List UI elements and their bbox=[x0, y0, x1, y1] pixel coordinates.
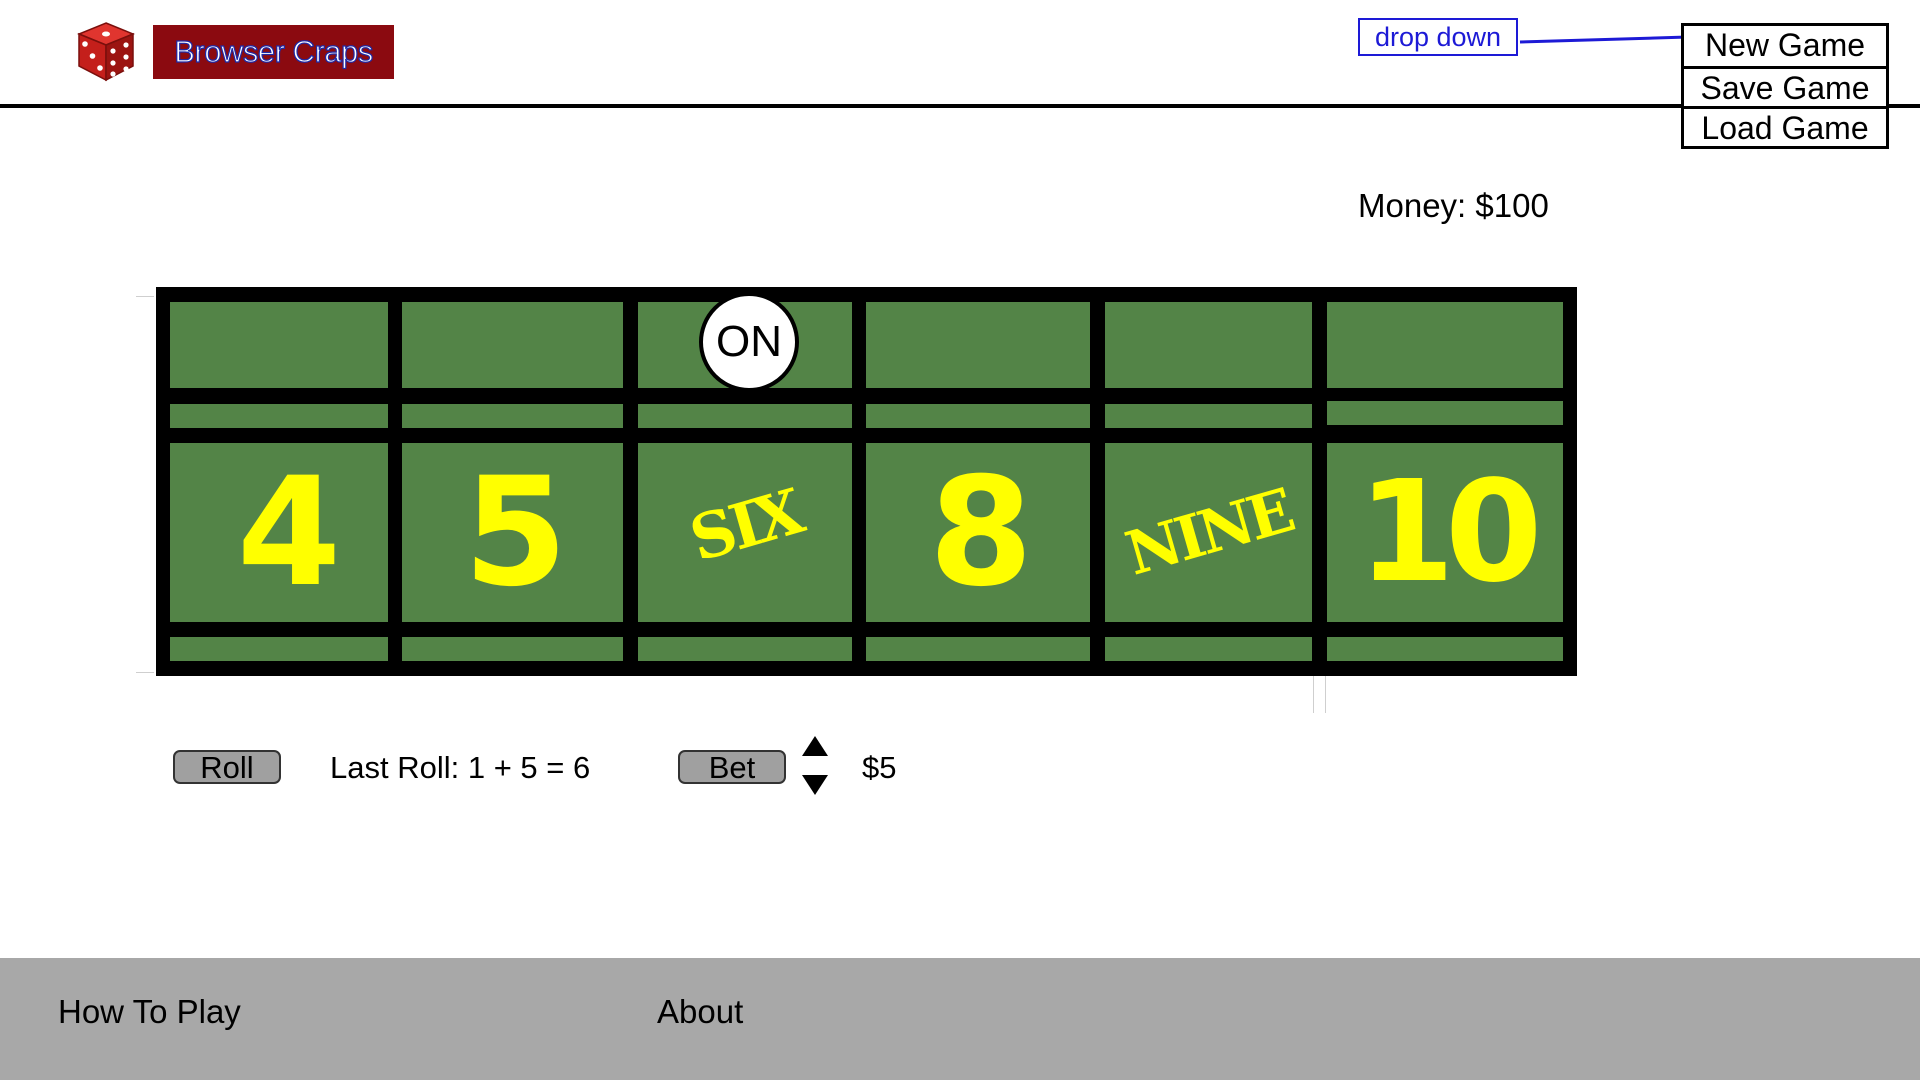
app-title: Browser Craps bbox=[153, 25, 394, 79]
money-display: Money: $100 bbox=[1358, 187, 1549, 224]
come-box-10[interactable] bbox=[1327, 302, 1563, 388]
buy-strip-5[interactable] bbox=[402, 404, 623, 428]
lay-strip-5[interactable] bbox=[402, 637, 623, 661]
how-to-play-link[interactable]: How To Play bbox=[58, 993, 241, 1031]
buy-strip-8[interactable] bbox=[866, 404, 1090, 428]
roll-button[interactable]: Roll bbox=[173, 750, 281, 784]
guide-line bbox=[136, 672, 154, 673]
come-box-5[interactable] bbox=[402, 302, 623, 388]
dropdown-annotation: drop down bbox=[1358, 18, 1518, 56]
come-box-4[interactable] bbox=[170, 302, 388, 388]
save-game-menu-item[interactable]: Save Game bbox=[1684, 66, 1886, 106]
buy-strip-10[interactable] bbox=[1327, 401, 1563, 425]
guide-line bbox=[1313, 676, 1314, 713]
number-10-label: 10 bbox=[1357, 451, 1543, 614]
number-5-label: 5 bbox=[463, 445, 567, 620]
guide-line bbox=[1325, 676, 1326, 713]
number-4-label: 4 bbox=[236, 445, 341, 620]
new-game-menu-item[interactable]: New Game bbox=[1684, 26, 1886, 66]
up-arrow-icon[interactable] bbox=[802, 736, 828, 756]
game-menu: New Game Save Game Load Game bbox=[1681, 23, 1889, 149]
come-box-8[interactable] bbox=[866, 302, 1090, 388]
down-arrow-icon[interactable] bbox=[802, 775, 828, 795]
footer bbox=[0, 958, 1920, 1080]
lay-strip-8[interactable] bbox=[866, 637, 1090, 661]
number-8-label: 8 bbox=[928, 445, 1033, 620]
lay-strip-4[interactable] bbox=[170, 637, 388, 661]
lay-strip-10[interactable] bbox=[1327, 637, 1563, 661]
on-puck: ON bbox=[699, 292, 799, 392]
dice-icon bbox=[77, 22, 135, 82]
about-link[interactable]: About bbox=[657, 993, 743, 1031]
bet-amount: $5 bbox=[862, 750, 897, 785]
lay-strip-6[interactable] bbox=[638, 637, 852, 661]
last-roll-text: Last Roll: 1 + 5 = 6 bbox=[330, 750, 591, 785]
buy-strip-4[interactable] bbox=[170, 404, 388, 428]
load-game-menu-item[interactable]: Load Game bbox=[1684, 106, 1886, 146]
bet-button[interactable]: Bet bbox=[678, 750, 786, 784]
come-box-9[interactable] bbox=[1105, 302, 1312, 388]
guide-line bbox=[136, 296, 154, 297]
